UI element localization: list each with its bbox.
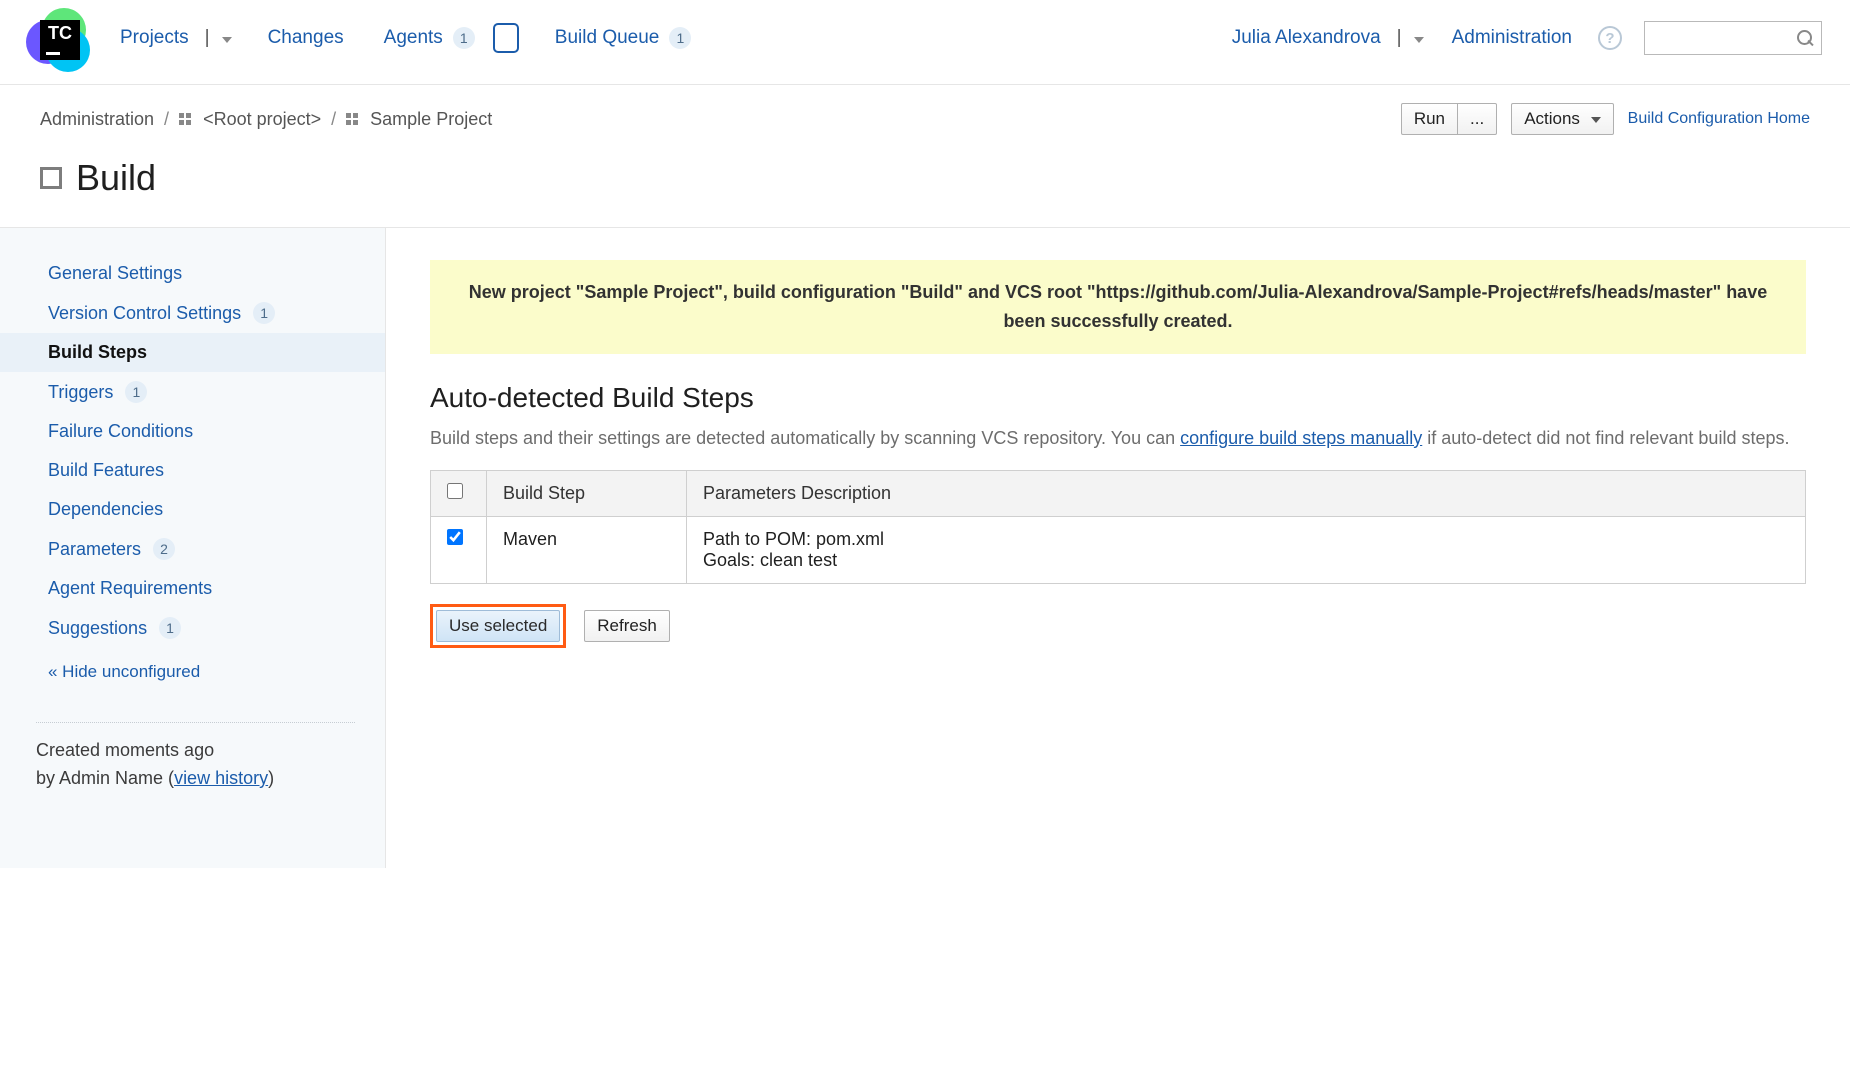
sidebar-item-badge: 1 xyxy=(159,617,181,639)
page-title: Build xyxy=(76,157,156,199)
sidebar-item-label: Build Steps xyxy=(48,342,147,363)
hide-unconfigured-link[interactable]: « Hide unconfigured xyxy=(0,648,385,690)
app-logo[interactable]: TC xyxy=(28,10,84,66)
build-icon xyxy=(40,167,62,189)
nav-projects-label: Projects xyxy=(120,27,189,49)
nav-administration-label: Administration xyxy=(1452,27,1572,49)
build-steps-table: Build Step Parameters Description MavenP… xyxy=(430,470,1806,584)
breadcrumb: Administration / <Root project> / Sample… xyxy=(40,109,1391,130)
sidebar-item-triggers[interactable]: Triggers 1 xyxy=(0,372,385,412)
chevron-down-icon[interactable] xyxy=(1414,37,1424,43)
nav-build-queue-label: Build Queue xyxy=(555,27,660,49)
separator: | xyxy=(1397,27,1402,49)
sidebar-item-label: Build Features xyxy=(48,460,164,481)
created-line1: Created moments ago xyxy=(36,737,365,765)
project-icon xyxy=(346,113,358,125)
sidebar-item-agent-requirements[interactable]: Agent Requirements xyxy=(0,569,385,608)
created-meta: Created moments ago by Admin Name (view … xyxy=(0,737,385,793)
main-content: New project "Sample Project", build conf… xyxy=(386,228,1850,868)
row-checkbox[interactable] xyxy=(447,529,463,545)
build-queue-count-badge: 1 xyxy=(669,27,691,49)
section-description: Build steps and their settings are detec… xyxy=(430,424,1806,453)
chevron-down-icon[interactable] xyxy=(222,37,232,43)
sidebar-item-badge: 1 xyxy=(253,302,275,324)
refresh-button[interactable]: Refresh xyxy=(584,610,670,642)
view-history-link[interactable]: view history xyxy=(174,768,268,788)
section-title: Auto-detected Build Steps xyxy=(430,382,1806,414)
run-more-button[interactable]: ... xyxy=(1458,103,1497,135)
created-line2-suffix: ) xyxy=(268,768,274,788)
sidebar-item-label: Triggers xyxy=(48,382,113,403)
success-notice: New project "Sample Project", build conf… xyxy=(430,260,1806,354)
nav-user-label: Julia Alexandrova xyxy=(1232,27,1381,49)
agents-count-badge: 1 xyxy=(453,27,475,49)
sidebar-item-parameters[interactable]: Parameters 2 xyxy=(0,529,385,569)
use-selected-button[interactable]: Use selected xyxy=(436,610,560,642)
project-icon xyxy=(179,113,191,125)
nav-agents-label: Agents xyxy=(384,27,443,49)
actions-button-label: Actions xyxy=(1524,109,1580,128)
col-parameters: Parameters Description xyxy=(687,471,1806,517)
nav-changes[interactable]: Changes xyxy=(264,21,348,55)
breadcrumb-admin[interactable]: Administration xyxy=(40,109,154,130)
sidebar-item-label: Dependencies xyxy=(48,499,163,520)
sidebar-item-label: Suggestions xyxy=(48,618,147,639)
nav-agents[interactable]: Agents 1 xyxy=(380,21,479,55)
select-all-checkbox[interactable] xyxy=(447,483,463,499)
actions-button[interactable]: Actions xyxy=(1511,103,1613,135)
configure-manually-link[interactable]: configure build steps manually xyxy=(1180,428,1422,448)
table-row: MavenPath to POM: pom.xmlGoals: clean te… xyxy=(431,517,1806,584)
breadcrumb-project: Sample Project xyxy=(370,109,492,130)
sidebar-item-label: Failure Conditions xyxy=(48,421,193,442)
section-desc-before: Build steps and their settings are detec… xyxy=(430,428,1180,448)
sidebar-item-general-settings[interactable]: General Settings xyxy=(0,254,385,293)
sidebar-item-badge: 2 xyxy=(153,538,175,560)
logo-text: TC xyxy=(40,20,80,60)
sidebar-item-label: Parameters xyxy=(48,539,141,560)
chevron-down-icon xyxy=(1591,117,1601,123)
breadcrumb-root[interactable]: <Root project> xyxy=(203,109,321,130)
sidebar-item-label: Agent Requirements xyxy=(48,578,212,599)
highlight-annotation: Use selected xyxy=(430,604,566,648)
nav-changes-label: Changes xyxy=(268,27,344,49)
sidebar-item-version-control-settings[interactable]: Version Control Settings 1 xyxy=(0,293,385,333)
sidebar-item-build-features[interactable]: Build Features xyxy=(0,451,385,490)
row-parameters: Path to POM: pom.xmlGoals: clean test xyxy=(687,517,1806,584)
nav-projects[interactable]: Projects xyxy=(116,21,193,55)
page-header: Administration / <Root project> / Sample… xyxy=(0,85,1850,228)
build-config-home-link[interactable]: Build Configuration Home xyxy=(1628,110,1810,128)
run-button-group: Run ... xyxy=(1401,103,1497,135)
help-icon[interactable]: ? xyxy=(1598,26,1622,50)
search-input[interactable] xyxy=(1644,21,1822,55)
sidebar: General Settings Version Control Settings… xyxy=(0,228,386,868)
run-button[interactable]: Run xyxy=(1401,103,1458,135)
sidebar-item-dependencies[interactable]: Dependencies xyxy=(0,490,385,529)
section-desc-after: if auto-detect did not find relevant bui… xyxy=(1422,428,1789,448)
select-all-header xyxy=(431,471,487,517)
sidebar-item-build-steps[interactable]: Build Steps xyxy=(0,333,385,372)
sidebar-item-suggestions[interactable]: Suggestions 1 xyxy=(0,608,385,648)
separator: | xyxy=(205,27,210,49)
sidebar-item-label: General Settings xyxy=(48,263,182,284)
sidebar-item-badge: 1 xyxy=(125,381,147,403)
top-navigation: TC Projects | Changes Agents 1 Build Que… xyxy=(0,0,1850,85)
nav-build-queue[interactable]: Build Queue 1 xyxy=(551,21,696,55)
col-build-step: Build Step xyxy=(487,471,687,517)
outline-box-icon[interactable] xyxy=(493,23,519,53)
row-build-step: Maven xyxy=(487,517,687,584)
nav-administration[interactable]: Administration xyxy=(1448,21,1576,55)
divider xyxy=(36,722,355,723)
search-icon xyxy=(1797,30,1813,46)
nav-user[interactable]: Julia Alexandrova xyxy=(1228,21,1385,55)
sidebar-item-failure-conditions[interactable]: Failure Conditions xyxy=(0,412,385,451)
created-line2-prefix: by Admin Name ( xyxy=(36,768,174,788)
sidebar-item-label: Version Control Settings xyxy=(48,303,241,324)
